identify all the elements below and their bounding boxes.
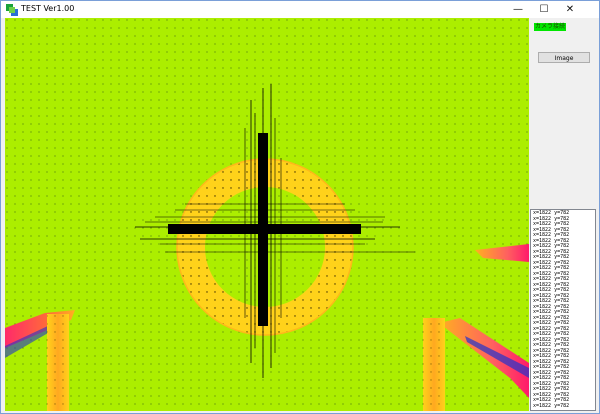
image-button[interactable]: Image — [538, 52, 590, 63]
maximize-icon: ☐ — [539, 4, 549, 15]
app-window: TEST Ver1.00 — ☐ ✕ カメラ接続 Image x=1822 y=… — [0, 0, 600, 414]
control-panel: カメラ接続 Image x=1822 y=782 x=1822 y=782 x=18… — [529, 18, 599, 411]
log-line: x=1822 y=782 — [533, 402, 570, 409]
camera-viewport[interactable] — [5, 18, 529, 411]
close-icon: ✕ — [565, 4, 575, 15]
camera-status-label: カメラ接続 — [534, 23, 567, 31]
app-icon — [6, 4, 18, 16]
title-bar[interactable]: TEST Ver1.00 — ☐ ✕ — [1, 1, 599, 18]
camera-image — [5, 18, 529, 411]
close-button[interactable]: ✕ — [557, 1, 583, 18]
coordinate-log[interactable]: x=1822 y=782 x=1822 y=782 x=1822 y=782 x=18… — [530, 209, 596, 411]
minimize-button[interactable]: — — [505, 1, 531, 18]
minimize-icon: — — [513, 4, 523, 15]
maximize-button[interactable]: ☐ — [531, 1, 557, 18]
window-title: TEST Ver1.00 — [21, 4, 75, 13]
